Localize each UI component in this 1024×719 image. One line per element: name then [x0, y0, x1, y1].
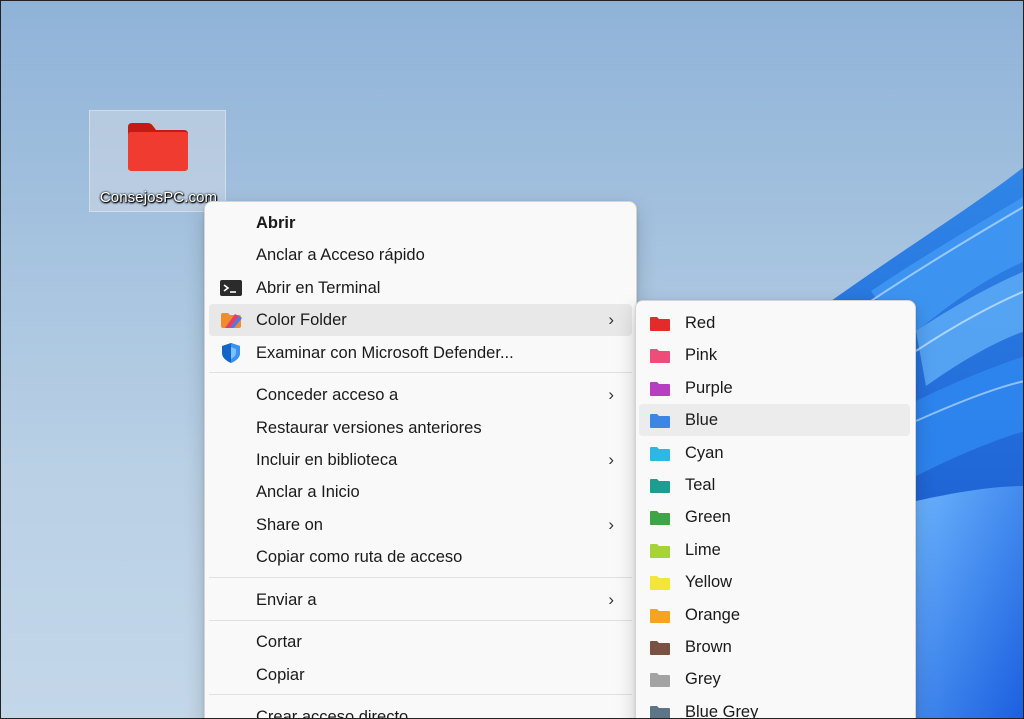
color-folder-submenu: Red Pink Purple Blue Cyan Teal Green Lim… [635, 300, 916, 719]
menu-separator [209, 372, 632, 373]
folder-swatch-icon [650, 641, 670, 655]
color-option-label: Cyan [685, 444, 724, 462]
color-option-blue[interactable]: Blue [639, 404, 910, 436]
menu-item-abrir[interactable]: Abrir [209, 207, 632, 239]
menu-item-label: Copiar como ruta de acceso [256, 548, 463, 566]
color-option-label: Red [685, 314, 716, 332]
color-option-label: Purple [685, 379, 733, 397]
menu-item-cortar[interactable]: Cortar [209, 626, 632, 658]
folder-swatch-icon [650, 576, 670, 590]
menu-item-label: Abrir [256, 214, 296, 232]
terminal-icon [220, 280, 242, 296]
color-option-yellow[interactable]: Yellow [639, 566, 910, 598]
menu-item-restaurar-versiones[interactable]: Restaurar versiones anteriores [209, 412, 632, 444]
menu-item-label: Crear acceso directo [256, 708, 409, 719]
menu-item-conceder-acceso[interactable]: Conceder acceso a › [209, 379, 632, 411]
submenu-chevron-icon: › [608, 450, 614, 469]
color-option-label: Orange [685, 606, 741, 624]
color-option-grey[interactable]: Grey [639, 663, 910, 695]
folder-swatch-icon [650, 447, 670, 461]
folder-swatch-icon [650, 349, 670, 363]
menu-item-enviar-a[interactable]: Enviar a › [209, 584, 632, 616]
folder-swatch-icon [650, 609, 670, 623]
color-option-blue-grey[interactable]: Blue Grey [639, 696, 910, 719]
menu-item-label: Anclar a Inicio [256, 483, 360, 501]
color-option-lime[interactable]: Lime [639, 534, 910, 566]
color-option-label: Pink [685, 346, 718, 364]
color-option-label: Blue Grey [685, 703, 759, 719]
color-option-label: Green [685, 508, 731, 526]
menu-item-color-folder[interactable]: Color Folder › [209, 304, 632, 336]
folder-swatch-icon [650, 414, 670, 428]
color-option-label: Teal [685, 476, 716, 494]
submenu-chevron-icon: › [608, 385, 614, 404]
color-option-red[interactable]: Red [639, 307, 910, 339]
menu-separator [209, 577, 632, 578]
defender-shield-icon [222, 343, 240, 363]
menu-separator [209, 620, 632, 621]
menu-item-copiar-ruta[interactable]: Copiar como ruta de acceso [209, 541, 632, 573]
menu-item-label: Anclar a Acceso rápido [256, 246, 425, 264]
color-option-purple[interactable]: Purple [639, 372, 910, 404]
color-option-pink[interactable]: Pink [639, 339, 910, 371]
submenu-chevron-icon: › [608, 515, 614, 534]
menu-item-label: Share on [256, 516, 323, 534]
menu-item-label: Conceder acceso a [256, 386, 399, 404]
folder-swatch-icon [650, 673, 670, 687]
menu-item-label: Abrir en Terminal [256, 279, 381, 297]
color-option-green[interactable]: Green [639, 501, 910, 533]
desktop-folder-item[interactable]: ConsejosPC.com [89, 110, 226, 212]
color-option-label: Grey [685, 670, 721, 688]
color-option-teal[interactable]: Teal [639, 469, 910, 501]
menu-item-share-on[interactable]: Share on › [209, 509, 632, 541]
menu-item-crear-acceso-directo[interactable]: Crear acceso directo [209, 701, 632, 719]
menu-item-label: Color Folder [256, 311, 347, 329]
folder-swatch-icon [650, 511, 670, 525]
folder-swatch-icon [650, 479, 670, 493]
color-option-label: Yellow [685, 573, 733, 591]
color-folder-icon [221, 313, 242, 328]
red-folder-icon [128, 123, 188, 171]
context-menu: Abrir Anclar a Acceso rápido Abrir en Te… [204, 201, 637, 719]
color-option-label: Blue [685, 411, 719, 429]
menu-item-anclar-acceso-rapido[interactable]: Anclar a Acceso rápido [209, 239, 632, 271]
menu-item-label: Copiar [256, 666, 305, 684]
menu-item-incluir-biblioteca[interactable]: Incluir en biblioteca › [209, 444, 632, 476]
folder-swatch-icon [650, 317, 670, 331]
menu-item-label: Enviar a [256, 591, 317, 609]
menu-item-anclar-inicio[interactable]: Anclar a Inicio [209, 476, 632, 508]
folder-swatch-icon [650, 706, 670, 718]
menu-item-abrir-terminal[interactable]: Abrir en Terminal [209, 272, 632, 304]
color-option-label: Lime [685, 541, 721, 559]
menu-item-examinar-defender[interactable]: Examinar con Microsoft Defender... [209, 337, 632, 369]
color-option-cyan[interactable]: Cyan [639, 437, 910, 469]
color-option-label: Brown [685, 638, 732, 656]
menu-item-label: Examinar con Microsoft Defender... [256, 344, 514, 362]
menu-item-label: Incluir en biblioteca [256, 451, 398, 469]
desktop-screen: ConsejosPC.com Abrir Anclar a Acceso ráp… [0, 0, 1024, 719]
color-option-brown[interactable]: Brown [639, 631, 910, 663]
color-option-orange[interactable]: Orange [639, 599, 910, 631]
folder-swatch-icon [650, 544, 670, 558]
submenu-chevron-icon: › [608, 590, 614, 609]
menu-item-copiar[interactable]: Copiar [209, 659, 632, 691]
menu-item-label: Restaurar versiones anteriores [256, 419, 482, 437]
submenu-chevron-icon: › [608, 310, 614, 329]
folder-swatch-icon [650, 382, 670, 396]
menu-separator [209, 694, 632, 695]
menu-item-label: Cortar [256, 633, 302, 651]
